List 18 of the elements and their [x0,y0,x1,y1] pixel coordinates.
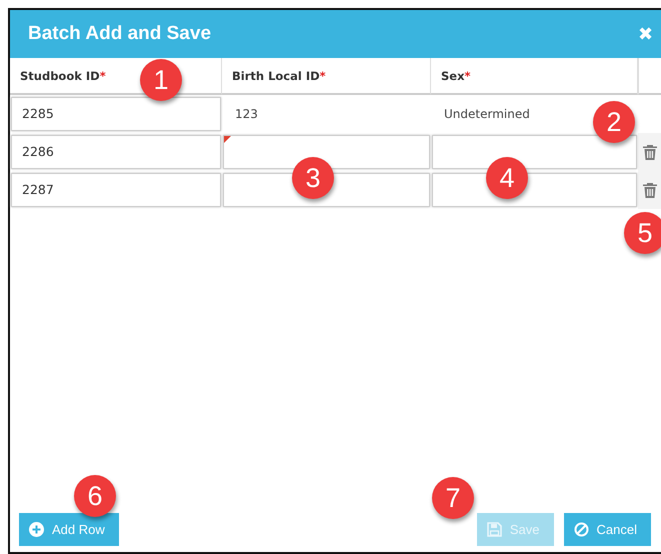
column-header: Birth Local ID* [222,58,431,95]
add-button[interactable]: Add Row [19,513,119,546]
table-cell-text: Undetermined [443,107,530,121]
input-field[interactable]: 2285 [11,97,221,131]
trash-icon[interactable] [642,144,656,160]
table-cell-text: 123 [234,107,258,121]
close-button[interactable]: ✖ [638,25,653,43]
plus-circle-icon [29,522,44,537]
prohibited-icon [574,522,589,537]
input-field[interactable] [223,135,430,169]
input-field[interactable] [432,135,637,169]
input-field[interactable]: 2287 [11,173,221,207]
column-header [638,58,661,95]
dialog-title: Batch Add and Save [28,23,212,45]
trash-icon[interactable] [642,182,656,198]
input-field[interactable]: 2286 [11,135,221,169]
column-header: Sex* [431,58,638,95]
cancel-button[interactable]: Cancel [564,513,651,546]
